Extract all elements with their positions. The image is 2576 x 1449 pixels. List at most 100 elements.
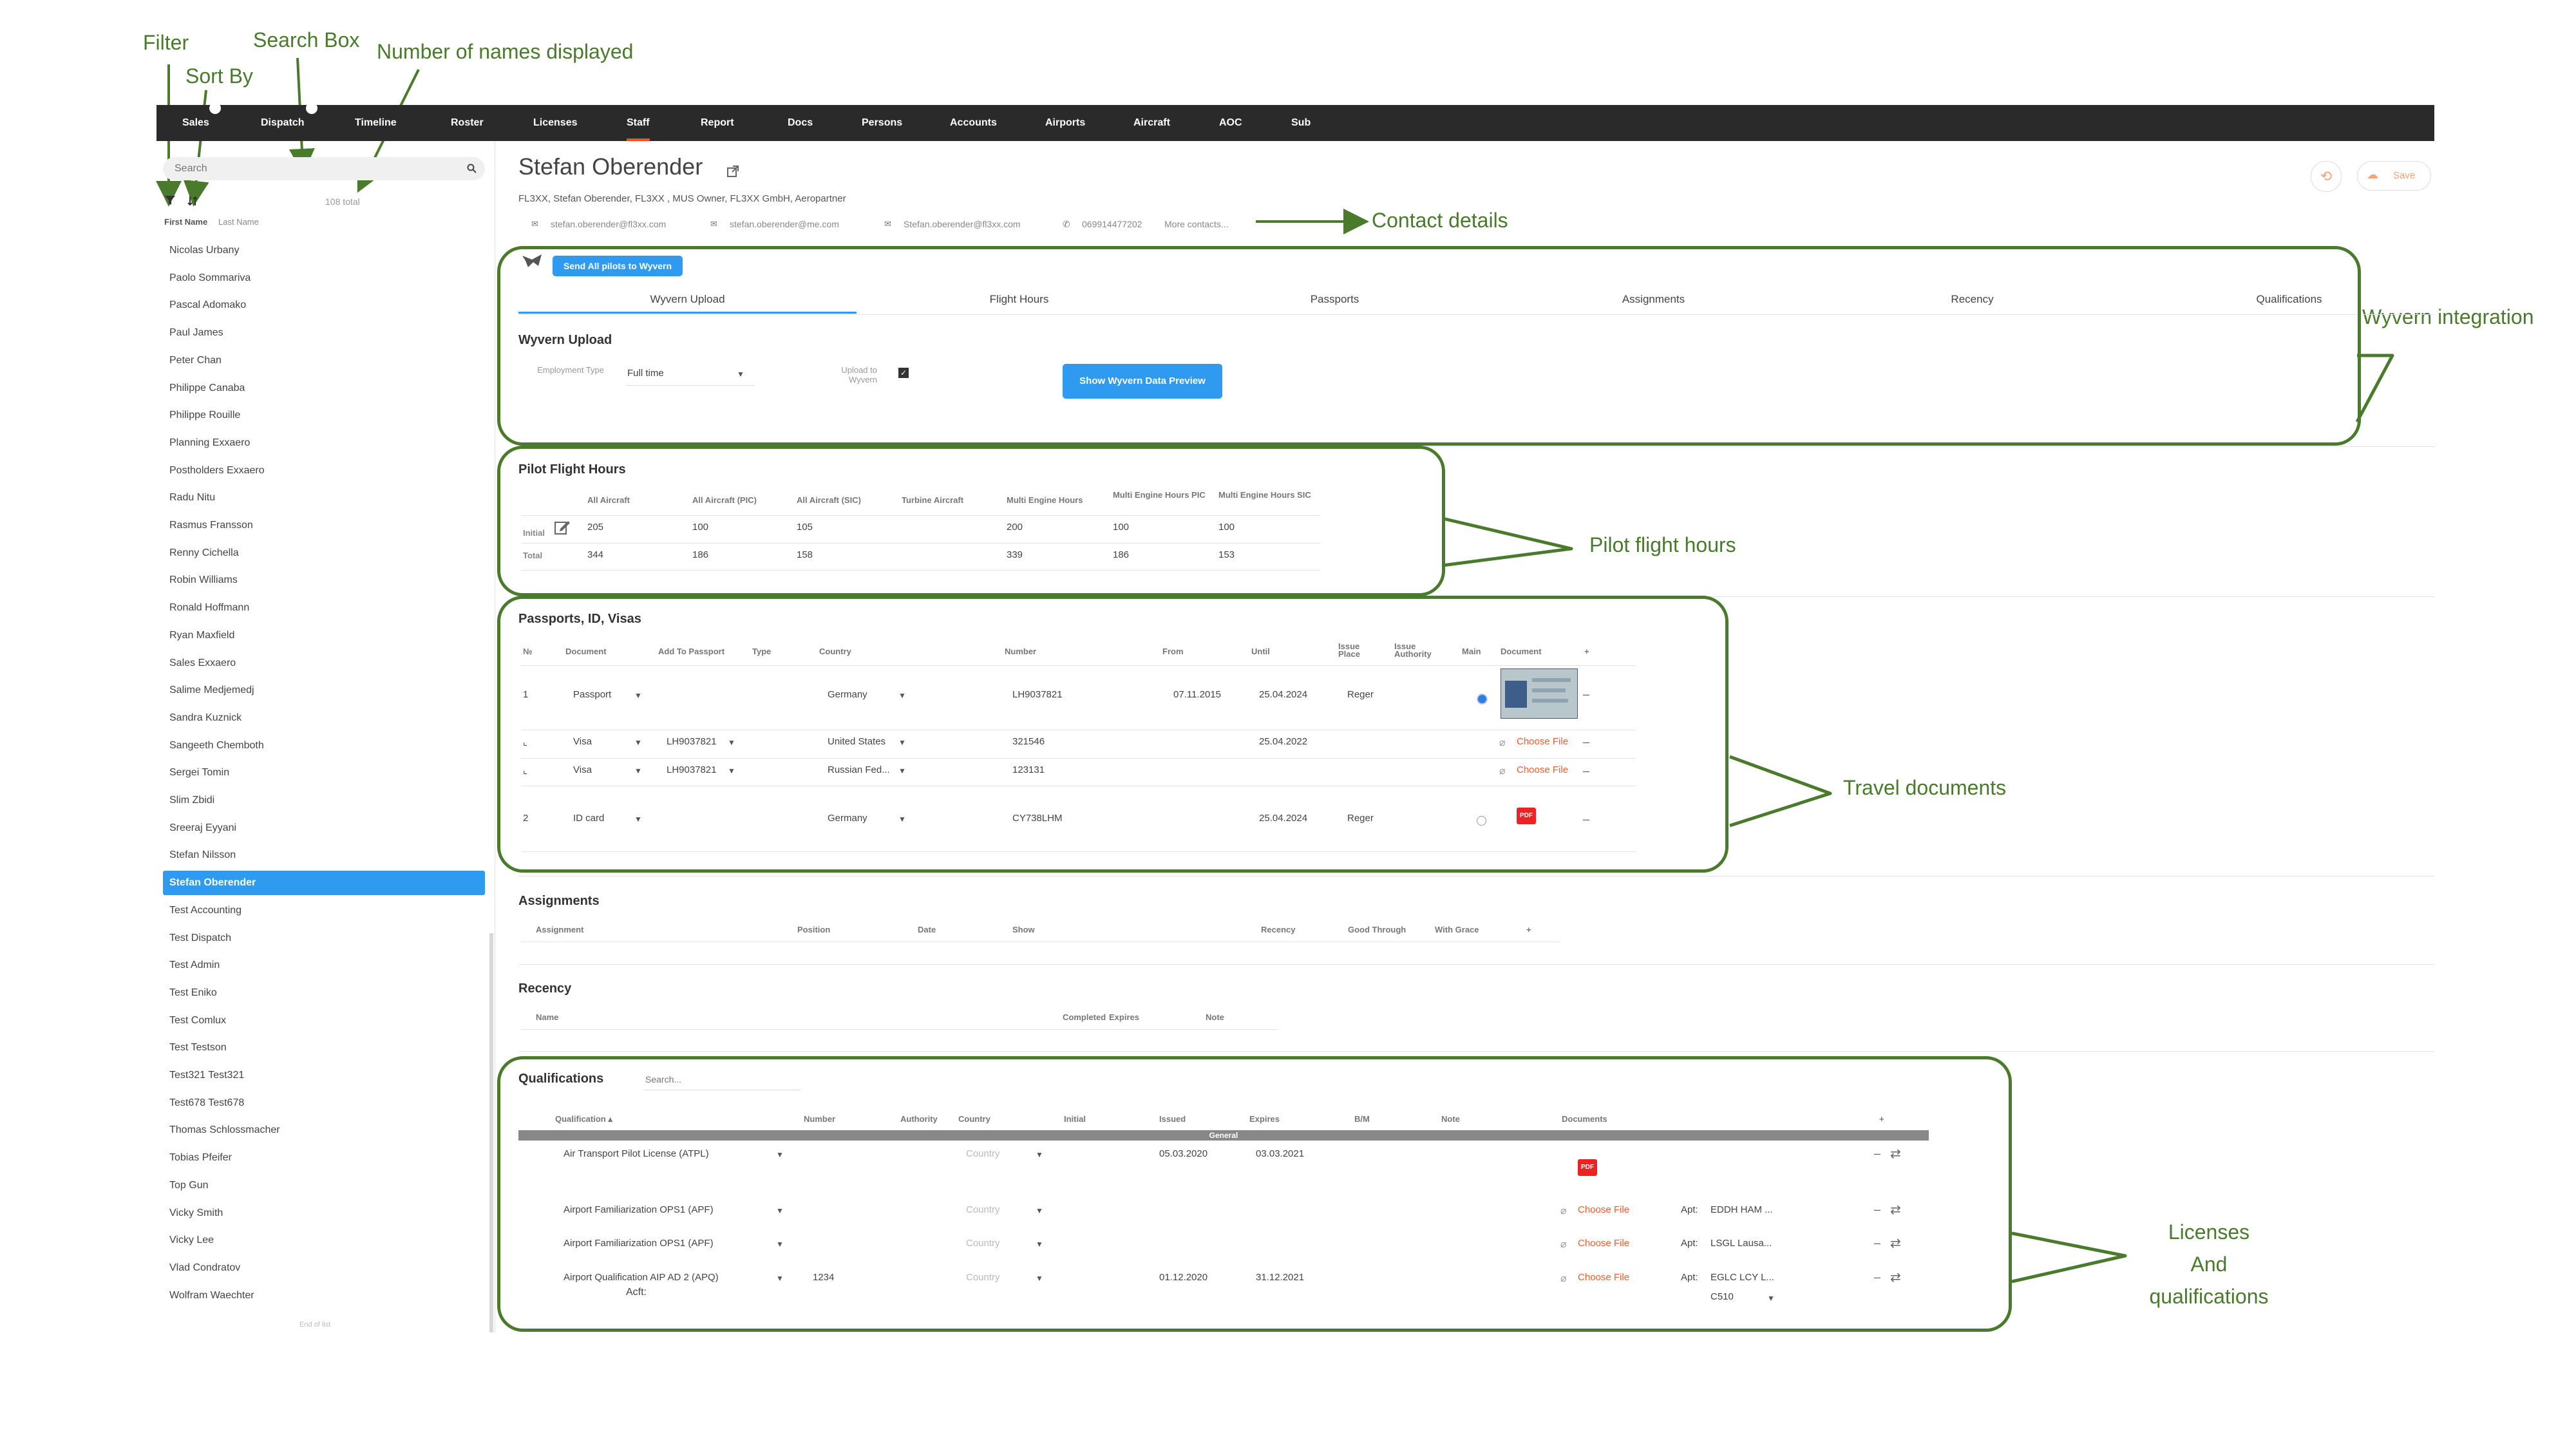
assignments-col-header: With Grace — [1435, 925, 1479, 934]
assignments-col-header: Date — [918, 925, 936, 934]
phone-icon: ✆ — [1063, 219, 1070, 229]
person-list-item[interactable]: Peter Chan — [163, 348, 485, 373]
person-list-item[interactable]: Tobias Pfeifer — [163, 1146, 485, 1170]
nav-licenses[interactable]: Licenses — [533, 105, 577, 141]
nav-roster[interactable]: Roster — [451, 105, 484, 141]
col-first-name[interactable]: First Name — [164, 217, 207, 227]
wyvern-callout-box — [497, 246, 2361, 446]
person-list-item[interactable]: Vicky Smith — [163, 1201, 485, 1226]
nav-sub[interactable]: Sub — [1291, 105, 1311, 141]
person-list-item[interactable]: Top Gun — [163, 1173, 485, 1198]
person-list-item[interactable]: Test Comlux — [163, 1009, 485, 1033]
sidebar-scrollbar[interactable] — [489, 933, 493, 1332]
person-list-item[interactable]: Paul James — [163, 321, 485, 345]
recency-col-header: Name — [536, 1012, 559, 1022]
nav-aoc[interactable]: AOC — [1219, 105, 1242, 141]
external-link-icon[interactable] — [726, 165, 739, 178]
person-list-item[interactable]: Test321 Test321 — [163, 1063, 485, 1088]
total-count: 108 total — [325, 196, 360, 207]
person-list-item[interactable]: Test Accounting — [163, 898, 485, 923]
undo-button[interactable]: ⟲ — [2311, 161, 2342, 192]
assignments-col-header: Assignment — [536, 925, 584, 934]
person-list-item[interactable]: Test Admin — [163, 953, 485, 978]
person-list-item[interactable]: Stefan Oberender — [163, 871, 485, 896]
search-box[interactable] — [163, 157, 485, 180]
person-list-item[interactable]: Sergei Tomin — [163, 761, 485, 785]
assignments-col-header: Position — [797, 925, 831, 934]
email-3[interactable]: Stefan.oberender@fl3xx.com — [904, 219, 1021, 229]
search-input[interactable] — [173, 162, 446, 175]
nav-badge — [209, 102, 221, 114]
email-icon: ✉ — [884, 219, 891, 229]
licenses-callout-box — [497, 1056, 2012, 1332]
person-list-item[interactable]: Stefan Nilsson — [163, 843, 485, 867]
person-list-item[interactable]: Planning Exxaero — [163, 431, 485, 455]
nav-badge — [306, 102, 317, 114]
travel-docs-callout-box — [497, 596, 1728, 873]
section-divider — [518, 1051, 2434, 1052]
email-1[interactable]: stefan.oberender@fl3xx.com — [551, 219, 666, 229]
nav-persons[interactable]: Persons — [862, 105, 902, 141]
recency-col-header: Note — [1206, 1012, 1224, 1022]
email-2[interactable]: stefan.oberender@me.com — [730, 219, 839, 229]
person-list-item[interactable]: Nicolas Urbany — [163, 238, 485, 263]
person-list-item[interactable]: Philippe Rouille — [163, 403, 485, 428]
staff-sidebar: 108 total First Name Last Name Nicolas U… — [156, 141, 495, 1332]
assignments-col-header[interactable]: + — [1526, 925, 1531, 934]
flight-hours-callout-box — [497, 446, 1445, 596]
recency-col-header: Completed — [1063, 1012, 1106, 1022]
profile-name: Stefan Oberender — [518, 153, 703, 180]
person-list-item[interactable]: Test Dispatch — [163, 926, 485, 951]
nav-sales[interactable]: Sales — [182, 105, 209, 141]
assignments-col-header: Recency — [1261, 925, 1296, 934]
filter-icon[interactable] — [164, 195, 176, 205]
save-button[interactable]: ☁ Save — [2357, 161, 2431, 191]
person-list-item[interactable]: Sales Exxaero — [163, 651, 485, 676]
person-list-item[interactable]: Renny Cichella — [163, 541, 485, 565]
person-list-item[interactable]: Rasmus Fransson — [163, 513, 485, 538]
section-divider — [518, 964, 2434, 965]
nav-airports[interactable]: Airports — [1045, 105, 1085, 141]
person-list-item[interactable]: Vicky Lee — [163, 1228, 485, 1253]
nav-dispatch[interactable]: Dispatch — [261, 105, 305, 141]
person-list-item[interactable]: Vlad Condratov — [163, 1256, 485, 1280]
col-last-name[interactable]: Last Name — [218, 217, 259, 227]
person-list-item[interactable]: Test Eniko — [163, 981, 485, 1005]
person-list-item[interactable]: Salime Medjemedj — [163, 678, 485, 703]
profile-roles: FL3XX, Stefan Oberender, FL3XX , MUS Own… — [518, 193, 846, 204]
save-label: Save — [2393, 170, 2416, 181]
nav-staff[interactable]: Staff — [627, 105, 650, 141]
nav-report[interactable]: Report — [701, 105, 734, 141]
person-list-item[interactable]: Test Testson — [163, 1036, 485, 1060]
assignments-title: Assignments — [518, 894, 600, 908]
more-contacts-link[interactable]: More contacts... — [1164, 219, 1229, 229]
email-icon: ✉ — [531, 219, 538, 229]
person-list-item[interactable]: Slim Zbidi — [163, 788, 485, 813]
person-list-item[interactable]: Postholders Exxaero — [163, 459, 485, 483]
phone-number[interactable]: 069914477202 — [1082, 219, 1142, 229]
end-of-list: End of list — [299, 1321, 331, 1329]
person-list-item[interactable]: Robin Williams — [163, 568, 485, 592]
sort-icon[interactable] — [187, 195, 199, 207]
nav-timeline[interactable]: Timeline — [355, 105, 397, 141]
nav-docs[interactable]: Docs — [788, 105, 813, 141]
person-list-item[interactable]: Ronald Hoffmann — [163, 596, 485, 620]
person-list-item[interactable]: Sangeeth Chemboth — [163, 734, 485, 758]
top-nav-bar: Sales Dispatch Timeline Roster Licenses … — [156, 102, 2434, 141]
search-icon[interactable] — [467, 164, 477, 174]
nav-accounts[interactable]: Accounts — [950, 105, 997, 141]
person-list-item[interactable]: Pascal Adomako — [163, 293, 485, 317]
person-list-item[interactable]: Radu Nitu — [163, 486, 485, 510]
person-list-item[interactable]: Thomas Schlossmacher — [163, 1118, 485, 1142]
person-list-item[interactable]: Test678 Test678 — [163, 1091, 485, 1115]
nav-aircraft[interactable]: Aircraft — [1133, 105, 1170, 141]
person-list-item[interactable]: Sreeraj Eyyani — [163, 816, 485, 840]
person-list-item[interactable]: Paolo Sommariva — [163, 266, 485, 290]
person-list-item[interactable]: Philippe Canaba — [163, 376, 485, 401]
person-list-item[interactable]: Sandra Kuznick — [163, 706, 485, 730]
person-list-item[interactable]: Ryan Maxfield — [163, 623, 485, 648]
assignments-col-header: Show — [1012, 925, 1035, 934]
person-list-item[interactable]: Wolfram Waechter — [163, 1283, 485, 1308]
recency-title: Recency — [518, 981, 572, 996]
recency-col-header: Expires — [1109, 1012, 1139, 1022]
